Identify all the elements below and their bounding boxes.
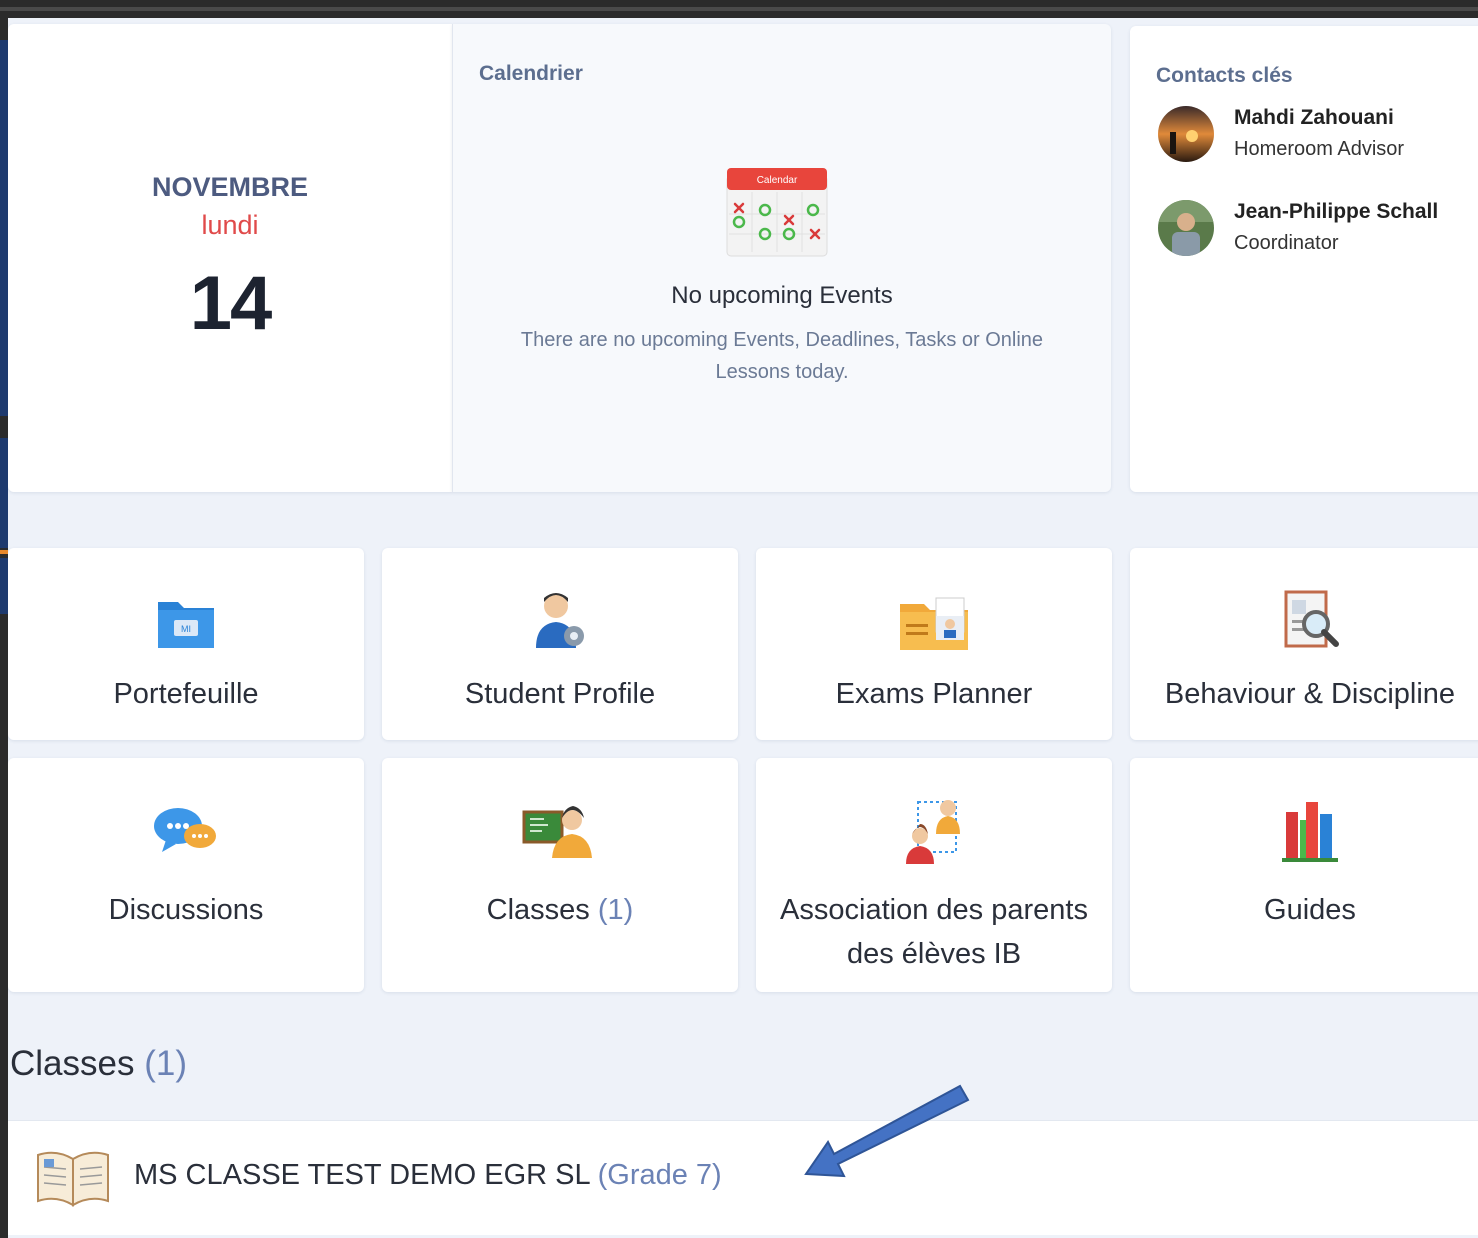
tile-discussions[interactable]: Discussions [8, 758, 364, 992]
no-events-title: No upcoming Events [671, 282, 893, 309]
contacts-title: Contacts clés [1156, 64, 1293, 87]
svg-text:MI: MI [181, 624, 191, 634]
contact-name[interactable]: Jean-Philippe Schall [1234, 200, 1438, 224]
annotation-arrow-icon [804, 1084, 970, 1178]
dashboard-page: NOVEMBRE lundi 14 Calendrier Calendar No… [8, 18, 1478, 1238]
classes-heading-label: Classes [10, 1044, 135, 1083]
classes-tile-label: Classes [486, 894, 590, 926]
contact-role: Coordinator [1234, 232, 1339, 254]
contact-name[interactable]: Mahdi Zahouani [1234, 106, 1394, 130]
classes-tile-count: (1) [597, 894, 634, 926]
class-list-item[interactable]: MS CLASSE TEST DEMO EGR SL (Grade 7) [8, 1120, 1478, 1235]
tile-student-profile[interactable]: Student Profile [382, 548, 738, 740]
tile-label: Portefeuille [113, 678, 259, 710]
no-events-text: There are no upcoming Events, Deadlines,… [520, 329, 1044, 383]
exams-planner-icon [900, 597, 968, 650]
behaviour-discipline-icon [1284, 590, 1339, 648]
tile-portefeuille[interactable]: MI Portefeuille [8, 548, 364, 740]
key-contacts-card: Contacts clés Mahdi Zahouani Homeroom Ad… [1130, 26, 1478, 492]
class-title[interactable]: MS CLASSE TEST DEMO EGR SL [134, 1159, 590, 1191]
tile-behaviour-discipline[interactable]: Behaviour & Discipline [1130, 548, 1478, 740]
window-top-border [0, 0, 1478, 18]
tile-label: Student Profile [464, 678, 656, 710]
tile-label: Classes (1) [382, 888, 738, 932]
left-background-strip [0, 18, 8, 1238]
association-icon [906, 800, 960, 864]
tile-label: Discussions [108, 894, 264, 926]
calendar-icon: Calendar [726, 168, 828, 257]
classes-heading-count: (1) [144, 1044, 187, 1083]
calendar-card[interactable]: Calendrier Calendar No upcoming Events T… [452, 24, 1111, 492]
student-profile-icon [536, 593, 584, 648]
discussions-icon [154, 808, 216, 852]
calendar-title: Calendrier [479, 62, 583, 85]
tile-classes[interactable]: Classes (1) [382, 758, 738, 992]
guides-icon [1282, 802, 1338, 862]
classes-section-title: Classes (1) [10, 1044, 187, 1084]
tile-association[interactable]: Association des parents des élèves IB [756, 758, 1112, 992]
tile-guides[interactable]: Guides [1130, 758, 1478, 992]
contact-role: Homeroom Advisor [1234, 138, 1405, 160]
class-grade: (Grade 7) [597, 1159, 722, 1191]
open-book-icon [37, 1151, 109, 1207]
calendar-icon-label: Calendar [757, 175, 798, 186]
today-date-card: NOVEMBRE lundi 14 [8, 24, 452, 492]
tile-label: Behaviour & Discipline [1164, 678, 1456, 710]
avatar[interactable] [1158, 200, 1214, 256]
portfolio-folder-icon: MI [158, 602, 214, 648]
date-weekday: lundi [201, 210, 259, 240]
classes-icon [522, 806, 592, 858]
tile-label: Guides [1264, 894, 1356, 926]
avatar[interactable] [1158, 106, 1214, 162]
tile-label: Exams Planner [835, 678, 1033, 710]
date-month: NOVEMBRE [151, 172, 308, 202]
tile-label: Association des parents des élèves IB [780, 894, 1088, 970]
class-name[interactable]: MS CLASSE TEST DEMO EGR SL (Grade 7) [134, 1159, 722, 1192]
date-day-number: 14 [189, 261, 273, 346]
tile-exams-planner[interactable]: Exams Planner [756, 548, 1112, 740]
